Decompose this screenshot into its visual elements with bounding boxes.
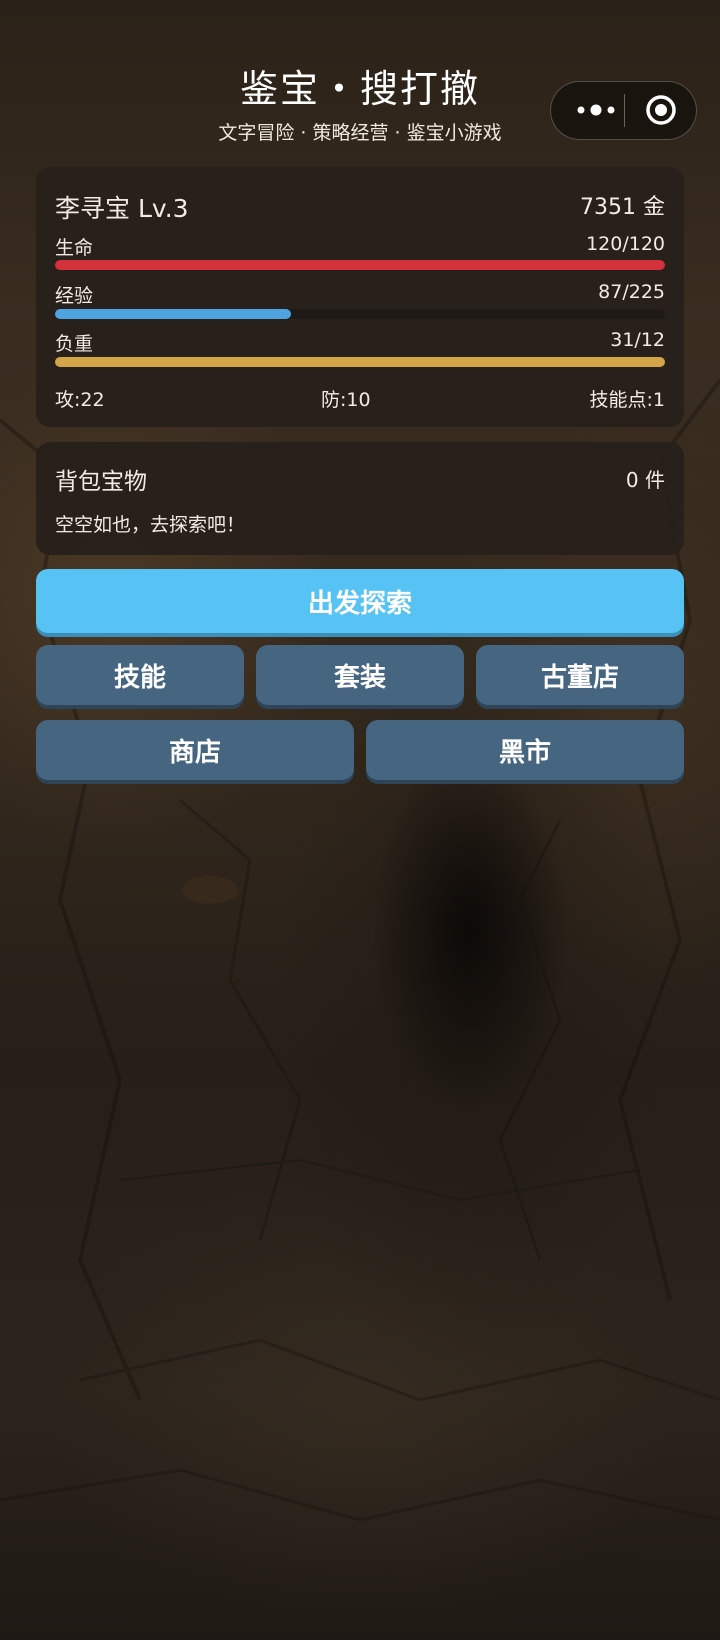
mini-program-capsule: [550, 81, 697, 140]
exp-bar-fill: [55, 309, 292, 319]
load-value: 31/12: [610, 329, 665, 351]
explore-button[interactable]: 出发探索: [36, 569, 684, 633]
bag-treasures-card: 背包宝物 0 件 空空如也，去探索吧！: [36, 442, 684, 555]
player-status-card: 李寻宝 Lv.3 7351 金 生命 120/120 经验 87/225 负重 …: [36, 167, 684, 427]
load-bar-fill: [55, 357, 665, 367]
hp-value: 120/120: [586, 233, 665, 255]
skills-button[interactable]: 技能: [36, 645, 244, 705]
more-dots-icon[interactable]: [567, 82, 625, 138]
hp-bar-fill: [55, 260, 665, 270]
player-name-level: 李寻宝 Lv.3: [55, 194, 189, 223]
exp-bar: [55, 309, 665, 319]
exp-value: 87/225: [598, 281, 665, 303]
skill-points-stat: 技能点:1: [589, 389, 666, 411]
bag-title: 背包宝物: [55, 469, 147, 495]
black-market-button[interactable]: 黑市: [366, 720, 684, 780]
target-close-icon[interactable]: [635, 82, 691, 138]
bag-item-count: 0 件: [625, 468, 665, 492]
hp-bar: [55, 260, 665, 270]
load-label: 负重: [55, 333, 94, 355]
sets-button[interactable]: 套装: [256, 645, 464, 705]
bag-empty-text: 空空如也，去探索吧！: [55, 514, 246, 536]
capsule-divider: [624, 94, 625, 127]
antique-shop-button[interactable]: 古董店: [476, 645, 684, 705]
shop-button[interactable]: 商店: [36, 720, 354, 780]
gold-amount: 7351 金: [580, 195, 665, 220]
attack-stat: 攻:22: [55, 389, 105, 411]
defense-stat: 防:10: [321, 389, 371, 411]
hp-label: 生命: [55, 237, 94, 259]
exp-label: 经验: [55, 285, 94, 307]
load-bar: [55, 357, 665, 367]
